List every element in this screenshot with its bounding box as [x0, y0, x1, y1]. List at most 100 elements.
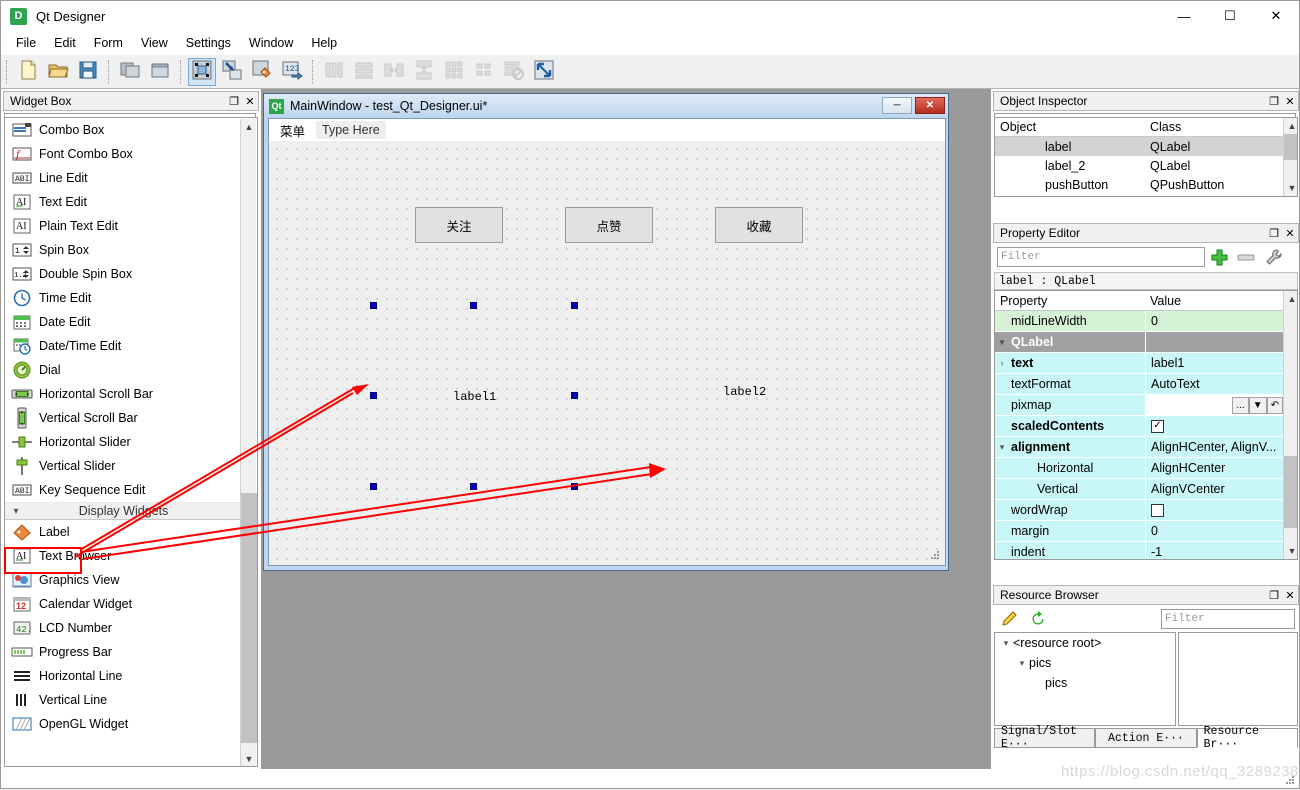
widget-item-calendar-widget[interactable]: 12Calendar Widget — [5, 592, 242, 616]
design-label-1[interactable]: label1 — [453, 390, 496, 404]
property-value-cell[interactable]: label1 — [1145, 353, 1283, 373]
property-row[interactable]: wordWrap — [995, 500, 1283, 521]
close-button[interactable]: ✕ — [1253, 1, 1299, 31]
object-inspector-tree[interactable]: ObjectClasslabelQLabellabel_2QLabelpushB… — [994, 117, 1298, 197]
widget-item-label[interactable]: Label — [5, 520, 242, 544]
edit-widgets-button[interactable] — [188, 58, 216, 86]
object-inspector-row[interactable]: label_2QLabel — [995, 156, 1285, 175]
undock-icon[interactable]: ❐ — [1266, 587, 1282, 603]
widget-item-horizontal-slider[interactable]: Horizontal Slider — [5, 430, 242, 454]
widget-item-progress-bar[interactable]: Progress Bar — [5, 640, 242, 664]
property-row[interactable]: ›textlabel1 — [995, 353, 1283, 374]
save-form-button[interactable] — [74, 58, 102, 86]
resource-browser-filter-input[interactable]: Filter — [1161, 609, 1295, 629]
widget-item-line-edit[interactable]: ABILine Edit — [5, 166, 242, 190]
widget-item-opengl-widget[interactable]: OpenGL Widget — [5, 712, 242, 736]
form-type-here-placeholder[interactable]: Type Here — [316, 121, 386, 139]
checkbox-unchecked[interactable] — [1151, 504, 1164, 517]
close-icon[interactable]: ✕ — [242, 93, 258, 109]
undock-icon[interactable]: ❐ — [1266, 93, 1282, 109]
edit-buddies-button[interactable] — [248, 58, 276, 86]
property-value-cell[interactable]: AlignHCenter — [1145, 458, 1283, 478]
scrollbar-thumb[interactable] — [241, 493, 257, 743]
property-value-cell[interactable]: ...▼↶ — [1145, 395, 1283, 415]
property-value-cell[interactable] — [1145, 500, 1283, 520]
resource-tree-node[interactable]: pics — [995, 673, 1175, 693]
column-header-value[interactable]: Value — [1145, 291, 1283, 310]
menu-form[interactable]: Form — [85, 33, 132, 53]
plus-icon[interactable] — [1205, 248, 1233, 267]
property-editor-filter-input[interactable]: Filter — [997, 247, 1205, 267]
pixmap-browse-button[interactable]: ... — [1232, 397, 1248, 414]
menu-file[interactable]: File — [7, 33, 45, 53]
property-value-cell[interactable]: 0 — [1145, 521, 1283, 541]
design-label-2[interactable]: label2 — [723, 385, 766, 399]
minus-icon[interactable] — [1233, 253, 1259, 262]
widget-box-scrollbar[interactable]: ▲ ▼ — [240, 119, 256, 767]
like-button[interactable]: 点赞 — [565, 207, 653, 243]
menu-window[interactable]: Window — [240, 33, 302, 53]
favorite-button[interactable]: 收藏 — [715, 207, 803, 243]
scroll-up-icon[interactable]: ▲ — [241, 119, 257, 135]
widget-item-font-combo-box[interactable]: fFont Combo Box — [5, 142, 242, 166]
widget-group-display-widgets[interactable]: ▾Display Widgets — [5, 502, 242, 520]
object-inspector-scrollbar[interactable]: ▲ ▼ — [1283, 118, 1297, 196]
tab-resource-browser[interactable]: Resource Br··· — [1197, 728, 1298, 748]
scroll-down-icon[interactable]: ▼ — [1284, 180, 1298, 196]
resource-tree-node[interactable]: ▾<resource root> — [995, 633, 1175, 653]
widget-item-horizontal-line[interactable]: Horizontal Line — [5, 664, 242, 688]
widget-item-spin-box[interactable]: 1Spin Box — [5, 238, 242, 262]
resource-tree-node[interactable]: ▾pics — [995, 653, 1175, 673]
property-row[interactable]: margin0 — [995, 521, 1283, 542]
open-form-button[interactable] — [44, 58, 72, 86]
wrench-icon[interactable] — [1259, 248, 1287, 267]
property-row[interactable]: scaledContents✓ — [995, 416, 1283, 437]
close-icon[interactable]: ✕ — [1282, 587, 1298, 603]
column-header-object[interactable]: Object — [995, 118, 1145, 136]
form-close-button[interactable]: ✕ — [915, 97, 945, 114]
resource-tree[interactable]: ▾<resource root>▾picspics — [994, 632, 1176, 726]
scroll-down-icon[interactable]: ▼ — [1284, 543, 1298, 559]
reload-green-icon[interactable] — [1024, 610, 1052, 628]
menu-settings[interactable]: Settings — [177, 33, 240, 53]
checkbox-checked[interactable]: ✓ — [1151, 420, 1164, 433]
widget-item-graphics-view[interactable]: Graphics View — [5, 568, 242, 592]
widget-item-text-edit[interactable]: AIText Edit — [5, 190, 242, 214]
widget-item-lcd-number[interactable]: 42.LCD Number — [5, 616, 242, 640]
selection-handle[interactable] — [571, 392, 578, 399]
follow-button[interactable]: 关注 — [415, 207, 503, 243]
widget-item-vertical-line[interactable]: Vertical Line — [5, 688, 242, 712]
form-minimize-button[interactable]: ─ — [882, 97, 912, 114]
resize-grip[interactable] — [931, 551, 941, 561]
property-editor-table[interactable]: PropertyValuemidLineWidth0▾QLabel›textla… — [994, 290, 1298, 560]
pencil-icon[interactable] — [994, 610, 1024, 628]
minimize-button[interactable]: — — [1161, 1, 1207, 31]
adjust-size-button[interactable] — [530, 58, 558, 86]
property-value-cell[interactable]: -1 — [1145, 542, 1283, 560]
scroll-down-icon[interactable]: ▼ — [241, 751, 257, 767]
selection-handle[interactable] — [370, 302, 377, 309]
selection-handle[interactable] — [470, 483, 477, 490]
form-menu-item[interactable]: 菜单 — [275, 119, 310, 142]
widget-box-list[interactable]: ▾Input WidgetsCombo BoxfFont Combo BoxAB… — [4, 117, 258, 767]
edit-signals-slots-button[interactable] — [218, 58, 246, 86]
resource-preview-pane[interactable] — [1178, 632, 1298, 726]
maximize-button[interactable]: ☐ — [1207, 1, 1253, 31]
widget-item-dial[interactable]: Dial — [5, 358, 242, 382]
chevron-down-icon[interactable]: ▾ — [1015, 658, 1029, 669]
property-row[interactable]: textFormatAutoText — [995, 374, 1283, 395]
pixmap-dropdown-button[interactable]: ▼ — [1249, 397, 1267, 414]
property-row[interactable]: midLineWidth0 — [995, 311, 1283, 332]
redo-button[interactable] — [146, 58, 174, 86]
property-row[interactable]: HorizontalAlignHCenter — [995, 458, 1283, 479]
scroll-up-icon[interactable]: ▲ — [1284, 118, 1298, 134]
selection-handle[interactable] — [470, 302, 477, 309]
widget-item-plain-text-edit[interactable]: AIPlain Text Edit — [5, 214, 242, 238]
selection-handle[interactable] — [571, 302, 578, 309]
close-icon[interactable]: ✕ — [1282, 225, 1298, 241]
pixmap-reset-button[interactable]: ↶ — [1267, 397, 1283, 414]
column-header-property[interactable]: Property — [995, 291, 1145, 310]
widget-item-double-spin-box[interactable]: 1.2Double Spin Box — [5, 262, 242, 286]
widget-item-date-time-edit[interactable]: Date/Time Edit — [5, 334, 242, 358]
object-inspector-row[interactable]: pushButtonQPushButton — [995, 175, 1285, 194]
